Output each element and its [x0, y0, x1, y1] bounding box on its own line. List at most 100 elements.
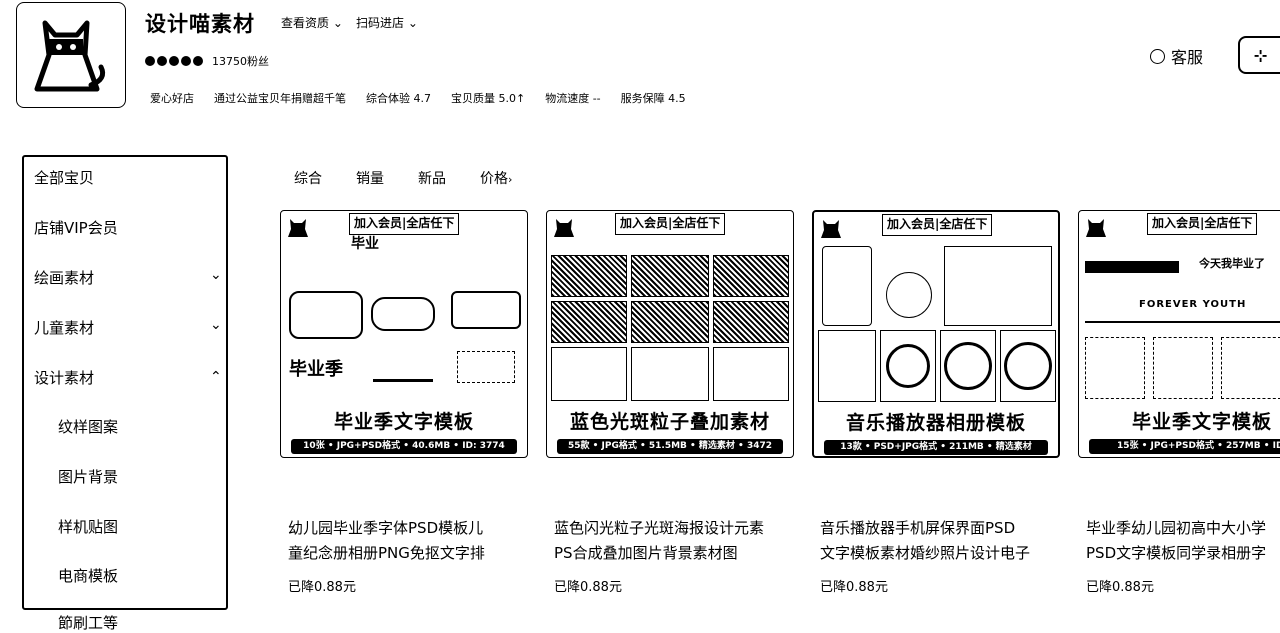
stat-item: 物流速度 -- — [545, 92, 601, 105]
product-title-line: PS合成叠加图片背景素材图 — [554, 544, 738, 562]
shop-name[interactable]: 设计喵素材 — [145, 8, 255, 38]
compress-button[interactable]: ⊹ — [1238, 36, 1280, 74]
sidebar-item-backgrounds[interactable]: 图片背景 — [58, 466, 118, 487]
sort-price-label: 价格 — [480, 171, 508, 187]
decor-line — [1085, 321, 1280, 323]
sidebar-item-mockups[interactable]: 样机贴图 — [58, 516, 118, 537]
chevron-down-icon[interactable]: ⌄ — [210, 267, 222, 283]
product-thumbnail[interactable]: 加入会员|全店任下 毕业 毕业季 毕业季文字模板 10张 • JPG+PSD格式… — [280, 210, 528, 458]
decor-text: 毕业 — [351, 236, 379, 252]
decor-bar — [1085, 261, 1179, 273]
decor-text: FOREVER YOUTH — [1139, 299, 1247, 310]
sidebar-item-all[interactable]: 全部宝贝 — [34, 167, 94, 188]
product-title-line: 音乐播放器手机屏保界面PSD — [820, 519, 1016, 537]
view-qualification-link[interactable]: 查看资质 ⌄ — [281, 14, 343, 31]
texture-tile — [631, 301, 709, 343]
chevron-up-icon[interactable]: ⌃ — [210, 369, 222, 385]
chevron-down-icon: ⌄ — [407, 16, 418, 30]
vip-banner: 加入会员|全店任下 — [882, 214, 993, 236]
view-qualification-label: 查看资质 — [281, 16, 330, 30]
texture-tile — [713, 347, 789, 401]
scan-to-shop-link[interactable]: 扫码进店 ⌄ — [356, 14, 418, 31]
player-dial — [886, 272, 932, 318]
decor-sticker — [371, 297, 435, 331]
decor-sticker — [1085, 337, 1145, 399]
product-thumbnail[interactable]: 加入会员|全店任下 音乐播放器相册模板 13款 • PSD+JPG格式 • 21… — [812, 210, 1060, 458]
sidebar-item-vip[interactable]: 店铺VIP会员 — [34, 217, 118, 238]
product-title[interactable]: 蓝色闪光粒子光斑海报设计元素 PS合成叠加图片背景素材图 — [554, 516, 804, 566]
chevron-down-icon[interactable]: ⌄ — [210, 317, 222, 333]
sidebar-item-drawing[interactable]: 绘画素材 — [34, 267, 94, 288]
decor-sticker — [457, 351, 515, 383]
sort-new[interactable]: 新品 — [418, 168, 446, 188]
phone-mockup — [822, 246, 872, 326]
product-title-line: 童纪念册相册PNG免抠文字排 — [288, 544, 485, 562]
vip-banner: 加入会员|全店任下 — [1147, 213, 1258, 235]
sidebar-item-design[interactable]: 设计素材 — [34, 367, 94, 388]
shop-rating: 13750粉丝 — [145, 53, 269, 69]
thumbnail-caption: 蓝色光斑粒子叠加素材 — [569, 411, 770, 433]
player-screen — [944, 246, 1052, 326]
shop-stats: 爱心好店 通过公益宝贝年捐赠超千笔 综合体验 4.7 宝贝质量 5.0↑ 物流速… — [150, 90, 706, 106]
cat-logo-icon — [287, 217, 309, 243]
smile-icon — [1150, 48, 1165, 64]
product-thumbnail[interactable]: 加入会员|全店任下 今天我毕业了 FOREVER YOUTH 毕业季文字模板 1… — [1078, 210, 1280, 458]
rating-dots-icon — [145, 56, 203, 66]
thumbnail-caption: 毕业季文字模板 — [1131, 411, 1272, 433]
sidebar-item-kids[interactable]: 儿童素材 — [34, 317, 94, 338]
scan-to-shop-label: 扫码进店 — [356, 16, 405, 30]
product-card[interactable]: 加入会员|全店任下 今天我毕业了 FOREVER YOUTH 毕业季文字模板 1… — [1078, 210, 1280, 621]
shop-logo[interactable] — [16, 2, 126, 108]
product-title-line: 幼儿园毕业季字体PSD模板儿 — [288, 519, 484, 537]
thumbnail-spec: 13款 • PSD+JPG格式 • 211MB • 精选素材 — [824, 440, 1048, 455]
sort-comprehensive[interactable]: 综合 — [294, 168, 322, 188]
product-title-line: 蓝色闪光粒子光斑海报设计元素 — [554, 519, 765, 537]
thumbnail-caption: 音乐播放器相册模板 — [845, 412, 1026, 434]
sort-sales[interactable]: 销量 — [356, 168, 384, 188]
decor-sticker — [1221, 337, 1280, 399]
vip-banner: 加入会员|全店任下 — [615, 213, 726, 235]
decor-sticker — [1153, 337, 1213, 399]
thumbnail-spec: 55款 • JPG格式 • 51.5MB • 精选素材 • 3472 — [557, 439, 783, 454]
stat-item: 爱心好店 — [150, 92, 194, 105]
stat-item: 宝贝质量 5.0↑ — [451, 92, 526, 105]
product-title[interactable]: 音乐播放器手机屏保界面PSD 文字模板素材婚纱照片设计电子 — [820, 516, 1070, 566]
cat-logo-icon — [34, 20, 106, 92]
product-title-line: 文字模板素材婚纱照片设计电子 — [820, 544, 1031, 562]
product-price: 已降0.88元 — [1086, 580, 1154, 595]
sidebar-item-ecommerce[interactable]: 电商模板 — [58, 565, 118, 586]
texture-tile — [713, 301, 789, 343]
product-title[interactable]: 毕业季幼儿园初高中大小学 PSD文字模板同学录相册字 — [1086, 516, 1280, 566]
texture-tile — [713, 255, 789, 297]
stat-item: 通过公益宝贝年捐赠超千笔 — [214, 92, 346, 105]
player-dial — [1004, 342, 1052, 390]
texture-tile — [631, 347, 709, 401]
texture-tile — [551, 301, 627, 343]
product-price: 已降0.88元 — [820, 580, 888, 595]
product-price: 已降0.88元 — [288, 580, 356, 595]
fans-count: 13750粉丝 — [212, 55, 269, 68]
sidebar-item-cut[interactable]: 節刷工等 — [58, 612, 118, 633]
decor-sticker — [373, 361, 433, 382]
product-price: 已降0.88元 — [554, 580, 622, 595]
sidebar-item-patterns[interactable]: 纹样图案 — [58, 416, 118, 437]
category-sidebar: 全部宝贝 店铺VIP会员 绘画素材 ⌄ 儿童素材 ⌄ 设计素材 ⌃ 纹样图案 图… — [22, 155, 228, 610]
decor-sticker — [451, 291, 521, 329]
customer-service-button[interactable]: 客服 — [1150, 44, 1203, 68]
chevron-down-icon: ⌄ — [332, 16, 343, 30]
chevron-right-icon: › — [508, 173, 513, 186]
customer-service-label: 客服 — [1171, 48, 1204, 67]
thumbnail-spec: 10张 • JPG+PSD格式 • 40.6MB • ID: 3774 — [291, 439, 517, 454]
phone-mockup — [818, 330, 876, 402]
product-thumbnail[interactable]: 加入会员|全店任下 蓝色光斑粒子叠加素材 55款 • JPG格式 • 51.5M… — [546, 210, 794, 458]
texture-tile — [551, 255, 627, 297]
thumbnail-spec: 15张 • JPG+PSD格式 • 257MB • ID: — [1089, 439, 1280, 454]
vip-banner: 加入会员|全店任下 — [349, 213, 460, 235]
decor-text: 毕业季 — [289, 359, 343, 380]
thumbnail-caption: 毕业季文字模板 — [333, 411, 474, 433]
cat-logo-icon — [553, 217, 575, 243]
sort-price[interactable]: 价格› — [480, 168, 512, 188]
player-dial — [886, 344, 930, 388]
stat-item: 综合体验 4.7 — [366, 92, 431, 105]
product-title[interactable]: 幼儿园毕业季字体PSD模板儿 童纪念册相册PNG免抠文字排 — [288, 516, 538, 566]
